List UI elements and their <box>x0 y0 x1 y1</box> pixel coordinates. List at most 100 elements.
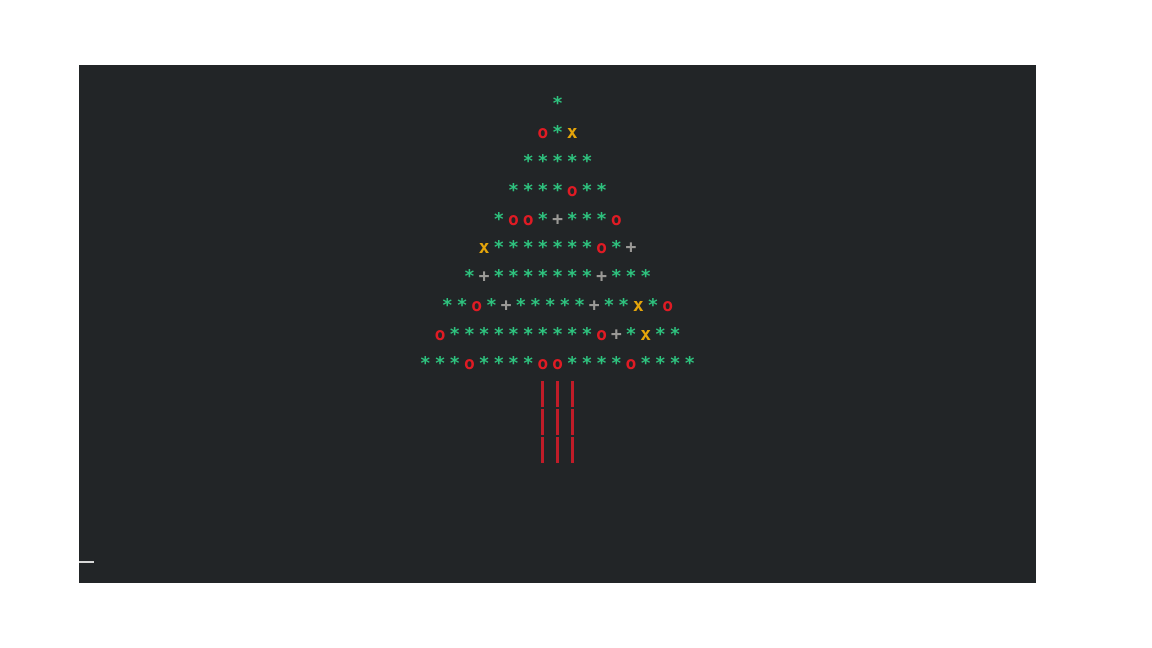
tree-ornament-plus: + <box>552 208 563 230</box>
tree-star: * <box>669 324 681 346</box>
terminal-cursor <box>79 561 94 563</box>
tree-star: * <box>463 324 475 346</box>
tree-star: * <box>566 324 578 346</box>
tree-star: * <box>566 266 578 288</box>
tree-ornament-o: o <box>463 353 475 375</box>
tree-star: * <box>625 324 637 346</box>
tree-star: * <box>537 324 549 346</box>
tree-star: * <box>493 353 505 375</box>
tree-star: * <box>493 208 505 230</box>
tree-star: * <box>596 179 607 201</box>
tree-ornament-o: o <box>552 353 563 375</box>
terminal-window[interactable]: * o * x * * * * * * * * * o * * * o o * + * * * o x * * * * * * * o * + * + * *… <box>79 65 1036 583</box>
tree-star: * <box>596 208 607 230</box>
tree-star: * <box>508 179 519 201</box>
tree-star: * <box>581 208 593 230</box>
tree-star: * <box>508 324 519 346</box>
tree-star: * <box>669 353 681 375</box>
tree-star: * <box>552 324 563 346</box>
tree-star: * <box>449 353 461 375</box>
tree-star: * <box>654 353 666 375</box>
tree-star: * <box>537 208 549 230</box>
tree-trunk-bar <box>570 408 574 435</box>
tree-star: * <box>449 324 461 346</box>
tree-star: * <box>522 150 534 172</box>
tree-row: * * o * + * * * * * + * * x * o <box>79 292 1036 321</box>
tree-ornament-x: x <box>478 237 490 259</box>
tree-star: * <box>478 324 490 346</box>
tree-star: * <box>581 266 593 288</box>
tree-trunk-bar <box>570 380 574 407</box>
tree-ornament-o: o <box>625 353 637 375</box>
tree-ornament-o: o <box>662 295 674 317</box>
tree-star: * <box>537 179 549 201</box>
tree-star: * <box>654 324 666 346</box>
tree-star: * <box>596 353 607 375</box>
tree-ornament-x: x <box>566 121 578 143</box>
tree-ornament-o: o <box>610 208 622 230</box>
tree-star: * <box>581 150 593 172</box>
tree-star: * <box>552 150 563 172</box>
tree-ornament-plus: + <box>588 295 600 317</box>
tree-star: * <box>508 353 519 375</box>
tree-row: * * * * o * * <box>79 177 1036 206</box>
tree-star: * <box>552 121 563 143</box>
tree-star: * <box>478 353 490 375</box>
tree-ornament-o: o <box>508 208 519 230</box>
tree-trunk-bar <box>541 436 545 463</box>
tree-ornament-o: o <box>596 237 607 259</box>
tree-star: * <box>581 353 593 375</box>
tree-trunk-bar <box>570 436 574 463</box>
tree-star: * <box>640 266 652 288</box>
tree-star: * <box>603 295 615 317</box>
tree-star: * <box>647 295 659 317</box>
tree-trunk-row <box>79 379 1036 407</box>
tree-star: * <box>625 266 637 288</box>
tree-row: * + * * * * * * * + * * * <box>79 263 1036 292</box>
tree-star: * <box>640 353 652 375</box>
tree-ornament-o: o <box>537 121 549 143</box>
tree-star: * <box>463 266 475 288</box>
tree-star: * <box>508 237 519 259</box>
tree-ornament-x: x <box>632 295 644 317</box>
tree-star: * <box>552 93 563 114</box>
tree-star: * <box>522 353 534 375</box>
tree-star: * <box>456 295 468 317</box>
tree-ornament-plus: + <box>625 237 637 259</box>
tree-trunk-bar <box>556 380 559 407</box>
tree-star: * <box>610 237 622 259</box>
tree-star: * <box>610 266 622 288</box>
tree-row: o * * * * * * * * * * o + * x * * <box>79 321 1036 350</box>
tree-ornament-o: o <box>471 295 483 317</box>
tree-trunk-bar <box>556 408 559 435</box>
tree-star: * <box>537 150 549 172</box>
tree-star: * <box>441 295 453 317</box>
tree-star: * <box>508 266 519 288</box>
tree-star: * <box>566 208 578 230</box>
tree-star: * <box>552 237 563 259</box>
tree-star: * <box>493 324 505 346</box>
tree-row: * * * * * <box>79 148 1036 177</box>
tree-star: * <box>522 179 534 201</box>
tree-star: * <box>581 237 593 259</box>
tree-star: * <box>530 295 541 317</box>
tree-row: * <box>79 90 1036 119</box>
tree-star: * <box>544 295 556 317</box>
tree-star: * <box>522 324 534 346</box>
tree-star: * <box>537 266 549 288</box>
tree-star: * <box>581 324 593 346</box>
tree-ornament-o: o <box>566 179 578 201</box>
christmas-tree: * o * x * * * * * * * * * o * * * o o * + * * * o x * * * * * * * o * + * + * *… <box>79 90 1036 463</box>
tree-trunk-row <box>79 407 1036 435</box>
tree-star: * <box>581 179 593 201</box>
tree-trunk-bar <box>541 380 545 407</box>
tree-star: * <box>566 353 578 375</box>
tree-row: x * * * * * * * o * + <box>79 234 1036 263</box>
tree-star: * <box>610 353 622 375</box>
tree-ornament-o: o <box>537 353 549 375</box>
tree-row: o * x <box>79 119 1036 148</box>
tree-trunk-bar <box>541 408 545 435</box>
tree-star: * <box>522 266 534 288</box>
tree-star: * <box>552 179 563 201</box>
tree-star: * <box>574 295 585 317</box>
